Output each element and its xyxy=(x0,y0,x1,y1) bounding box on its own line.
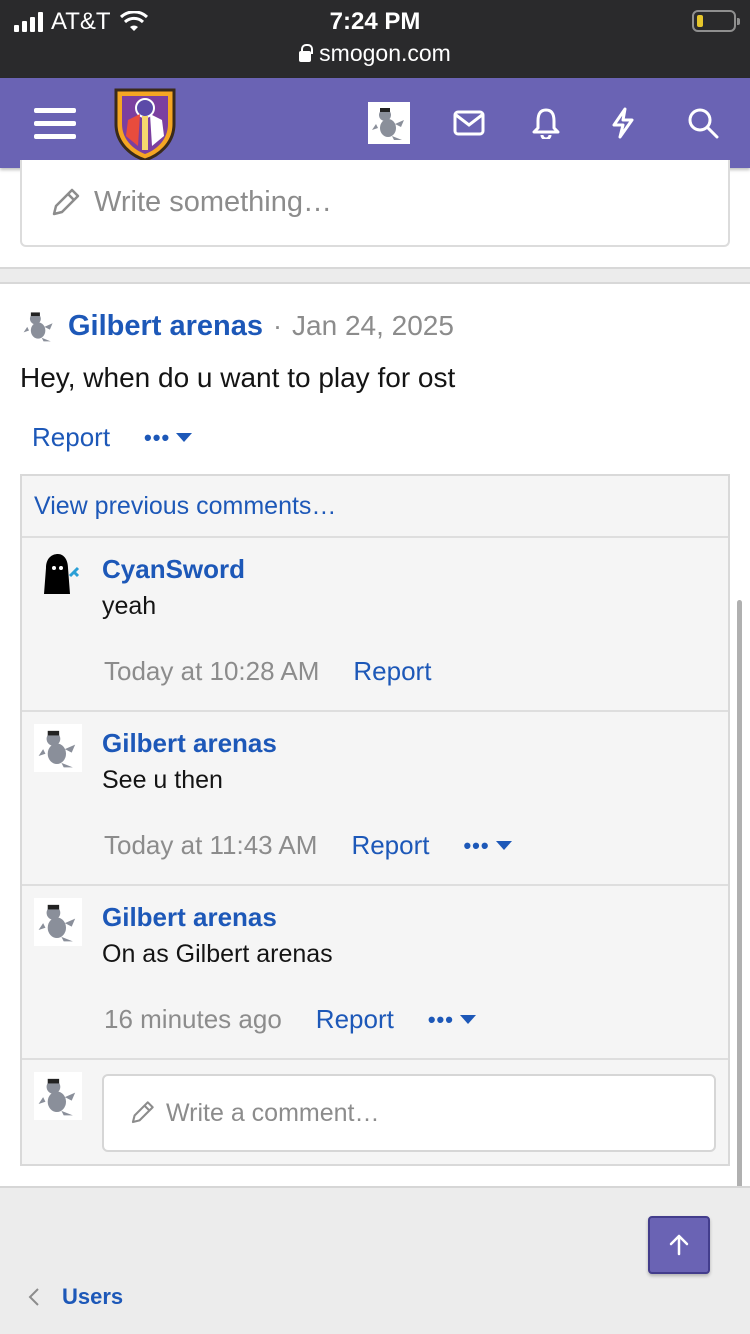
author-avatar[interactable] xyxy=(20,307,58,345)
comment-time[interactable]: 16 minutes ago xyxy=(104,1004,282,1035)
more-dots: ••• xyxy=(144,424,171,450)
status-composer[interactable]: Write something… xyxy=(20,160,730,247)
page-footer: Users xyxy=(0,1186,750,1334)
author-avatar[interactable] xyxy=(34,550,82,598)
comment-meta: 16 minutes ago Report ••• xyxy=(104,1004,476,1035)
caret-down-icon xyxy=(176,433,193,442)
page-scrollbar[interactable] xyxy=(737,600,742,1225)
author-avatar[interactable] xyxy=(34,898,82,946)
comment-meta: Today at 11:43 AM Report ••• xyxy=(104,830,512,861)
report-link[interactable]: Report xyxy=(351,830,429,861)
breadcrumb-users-link[interactable]: Users xyxy=(62,1284,123,1310)
battery-icon xyxy=(692,10,740,32)
author-avatar[interactable] xyxy=(34,724,82,772)
arrow-up-icon xyxy=(669,1234,689,1256)
clock: 7:24 PM xyxy=(329,8,421,35)
search-icon[interactable] xyxy=(680,100,726,146)
comment-author-link[interactable]: Gilbert arenas xyxy=(102,728,277,759)
top-nav xyxy=(0,78,750,168)
report-link[interactable]: Report xyxy=(316,1004,394,1035)
post-separator: · xyxy=(273,310,283,341)
comment-time[interactable]: Today at 10:28 AM xyxy=(104,656,319,687)
comment-text: On as Gilbert arenas xyxy=(102,940,333,968)
status-composer-placeholder: Write something… xyxy=(94,186,332,218)
battery-level xyxy=(697,15,703,27)
bolt-icon[interactable] xyxy=(600,100,646,146)
back-to-top-button[interactable] xyxy=(648,1216,710,1274)
more-options-button[interactable]: ••• xyxy=(144,424,193,451)
chevron-left-icon xyxy=(28,1288,39,1306)
report-link[interactable]: Report xyxy=(32,422,110,453)
post-actions: Report ••• xyxy=(32,422,193,453)
post-body: Hey, when do u want to play for ost xyxy=(20,362,456,393)
mail-icon[interactable] xyxy=(446,100,492,146)
bell-icon[interactable] xyxy=(523,100,569,146)
comment-input-placeholder: Write a comment… xyxy=(166,1098,380,1127)
user-avatar[interactable] xyxy=(34,1072,82,1120)
post-date[interactable]: Jan 24, 2025 xyxy=(292,310,454,342)
comment-text: See u then xyxy=(102,766,223,794)
comment-item: Gilbert arenas On as Gilbert arenas 16 m… xyxy=(22,886,728,1060)
more-dots: ••• xyxy=(463,832,490,858)
comment-item: Gilbert arenas See u then Today at 11:43… xyxy=(22,712,728,886)
post-author-link[interactable]: Gilbert arenas xyxy=(68,310,263,343)
url-bar[interactable]: smogon.com xyxy=(0,40,750,67)
status-bar: AT&T 7:24 PM smogon.com xyxy=(0,0,750,78)
more-dots: ••• xyxy=(427,1006,454,1032)
comment-author-link[interactable]: Gilbert arenas xyxy=(102,902,277,933)
pencil-icon xyxy=(52,188,80,215)
lock-icon xyxy=(299,44,314,62)
more-options-button[interactable]: ••• xyxy=(463,832,512,859)
user-avatar[interactable] xyxy=(368,102,410,144)
more-options-button[interactable]: ••• xyxy=(428,1007,476,1033)
reply-row: Write a comment… xyxy=(22,1060,728,1164)
caret-down-icon xyxy=(495,841,512,850)
report-link[interactable]: Report xyxy=(353,656,431,687)
pencil-icon xyxy=(131,1101,154,1124)
menu-icon[interactable] xyxy=(32,100,78,146)
url-text: smogon.com xyxy=(319,40,451,66)
comment-text: yeah xyxy=(102,592,157,620)
view-previous-comments-link[interactable]: View previous comments… xyxy=(22,476,728,538)
comment-input[interactable]: Write a comment… xyxy=(102,1074,716,1152)
comments-section: View previous comments… CyanSword yeah T… xyxy=(20,474,730,1166)
post-header: Gilbert arenas · Jan 24, 2025 xyxy=(20,306,454,346)
smogon-logo[interactable] xyxy=(110,84,180,162)
caret-down-icon xyxy=(459,1015,476,1024)
comment-item: CyanSword yeah Today at 10:28 AM Report xyxy=(22,538,728,712)
comment-author-link[interactable]: CyanSword xyxy=(102,554,245,585)
comment-time[interactable]: Today at 11:43 AM xyxy=(104,830,317,861)
comment-meta: Today at 10:28 AM Report xyxy=(104,656,431,687)
breadcrumb: Users xyxy=(28,1284,123,1310)
section-divider xyxy=(0,267,750,284)
